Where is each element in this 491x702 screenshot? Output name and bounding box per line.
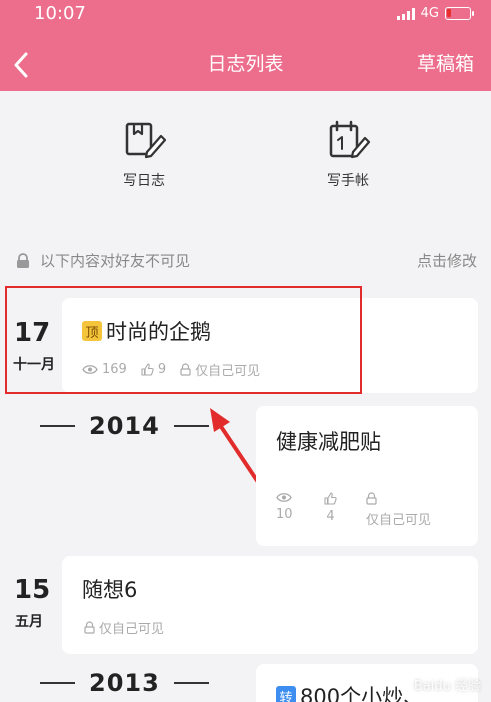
diary-icon [125,122,167,159]
write-diary-button[interactable]: 写日志 [99,120,189,190]
privacy-notice: 以下内容对好友不可见 [16,250,190,271]
divider-line [173,682,209,684]
drafts-button[interactable]: 草稿箱 [417,49,474,76]
entry-day: 15 [14,575,51,605]
entry-views: 10 [276,492,293,522]
entry-visibility: 仅自己可见 [366,492,431,528]
view-count: 10 [276,507,293,522]
entry-title: 健康减肥贴 [276,430,381,454]
lock-icon [17,252,29,268]
network-label: 4G [420,6,439,21]
like-icon [324,492,337,505]
visibility-label: 仅自己可见 [366,513,432,528]
entry-meta: 仅自己可见 [84,618,164,637]
repost-tag-icon: 转 [276,686,296,702]
lock-icon [84,621,95,634]
write-journal-label: 写手帐 [327,173,369,189]
header-bar: 10:07 4G 日志列表 草稿箱 [0,0,491,91]
signal-icon [396,7,415,20]
watermark: Baidu 经验 [413,679,481,694]
status-indicators: 4G [396,6,474,21]
year-divider: 2013 [40,669,209,697]
divider-line [40,682,75,684]
journal-icon [329,120,371,159]
lock-icon [366,492,377,505]
entry-title: 随想6 [82,578,138,602]
status-time: 10:07 [34,3,86,24]
like-count: 4 [326,509,335,524]
entry-card[interactable]: 随想6 仅自己可见 [62,556,478,654]
write-journal-button[interactable]: 写手帐 [303,120,393,190]
divider-line [40,425,75,427]
edit-privacy-link[interactable]: 点击修改 [417,250,477,271]
write-diary-label: 写日志 [123,173,165,189]
year-label: 2013 [89,669,160,697]
privacy-text: 以下内容对好友不可见 [40,252,191,270]
year-divider: 2014 [40,412,209,440]
visibility-label: 仅自己可见 [99,622,165,637]
highlight-box [5,286,362,394]
entry-month: 五月 [15,614,43,630]
battery-icon [445,7,474,20]
entry-title: 800个小炒、 [300,685,425,702]
entry-card[interactable]: 健康减肥贴 10 4 仅自己可见 [256,406,478,546]
year-label: 2014 [89,412,160,440]
entry-likes: 4 [324,492,337,524]
eye-icon [276,493,293,502]
